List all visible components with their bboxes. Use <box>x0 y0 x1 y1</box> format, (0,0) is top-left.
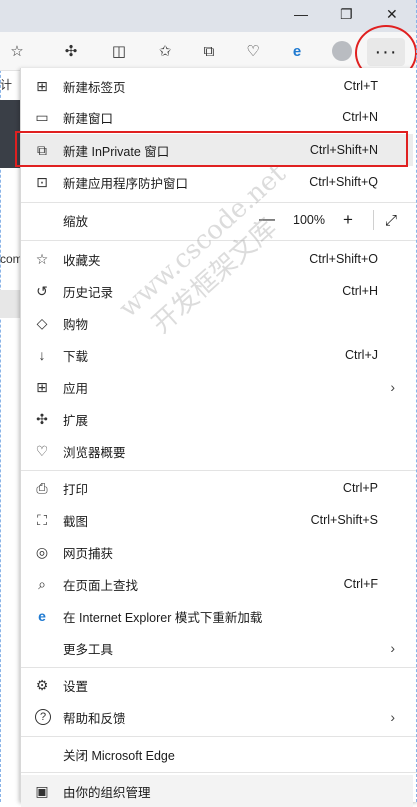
menu-item-browser-essentials[interactable]: ♡ 浏览器概要 <box>21 435 413 467</box>
menu-item-shortcut: Ctrl+J <box>345 348 378 362</box>
history-icon: ↺ <box>36 282 48 299</box>
zoom-in-button[interactable]: + <box>343 210 353 230</box>
menu-item-favorites[interactable]: ☆ 收藏夹 Ctrl+Shift+O <box>21 243 413 275</box>
settings-gear-icon: ⚙ <box>35 676 49 693</box>
menu-item-shortcut: Ctrl+F <box>343 577 378 591</box>
menu-item-label: 设置 <box>63 679 89 694</box>
print-icon: ⎙ <box>36 479 48 496</box>
menu-item-extensions[interactable]: ✣ 扩展 <box>21 403 413 435</box>
menu-item-history[interactable]: ↺ 历史记录 Ctrl+H <box>21 275 413 307</box>
menu-item-shortcut: Ctrl+H <box>342 284 378 298</box>
menu-item-apps[interactable]: ⊞ 应用 › <box>21 371 413 403</box>
shopping-tag-icon: ◇ <box>36 314 48 331</box>
menu-item-more-tools[interactable]: 更多工具 › <box>21 632 413 664</box>
menu-separator <box>21 202 417 203</box>
zoom-out-button[interactable]: — <box>259 211 275 229</box>
menu-item-label: 在 Internet Explorer 模式下重新加载 <box>63 610 263 625</box>
download-icon: ↓ <box>38 347 46 363</box>
menu-item-label: 帮助和反馈 <box>63 711 126 726</box>
menu-item-label: 扩展 <box>63 413 89 428</box>
web-capture-icon: ◎ <box>35 543 49 560</box>
ie-icon: e <box>38 608 46 624</box>
menu-item-shortcut: Ctrl+P <box>342 481 378 495</box>
menu-item-label: 更多工具 <box>63 642 114 657</box>
browser-essentials-toolbar-icon[interactable]: ♡ <box>242 40 264 62</box>
favorites-toolbar-icon[interactable]: ✩ <box>154 40 176 62</box>
profile-avatar[interactable] <box>332 41 352 61</box>
menu-item-new-window[interactable]: ▭ 新建窗口 Ctrl+N <box>21 101 413 133</box>
menu-item-print[interactable]: ⎙ 打印 Ctrl+P <box>21 472 413 504</box>
restore-button[interactable]: ❐ <box>340 6 353 23</box>
menu-item-managed-by-org[interactable]: ▣ 由你的组织管理 <box>21 775 413 807</box>
collections-icon[interactable]: ⧉ <box>198 40 220 62</box>
menu-item-shortcut: Ctrl+T <box>343 79 378 93</box>
menu-separator <box>21 736 417 737</box>
menu-separator <box>21 772 417 773</box>
menu-separator <box>21 470 417 471</box>
new-tab-icon: ⊞ <box>36 77 48 94</box>
zoom-divider <box>373 210 374 230</box>
menu-item-label: 打印 <box>63 482 89 497</box>
menu-item-ie-mode-reload[interactable]: e 在 Internet Explorer 模式下重新加载 <box>21 600 413 632</box>
menu-item-web-capture[interactable]: ◎ 网页捕获 <box>21 536 413 568</box>
menu-item-help-feedback[interactable]: ? 帮助和反馈 › <box>21 701 413 733</box>
favorites-icon: ☆ <box>35 250 49 267</box>
annotation-highlight-box <box>15 131 408 167</box>
settings-more-menu: ⊞ 新建标签页 Ctrl+T ▭ 新建窗口 Ctrl+N ⧉ 新建 InPriv… <box>20 68 417 807</box>
chevron-right-icon: › <box>390 379 395 395</box>
menu-item-label: 浏览器概要 <box>63 445 126 460</box>
zoom-label: 缩放 <box>63 214 89 229</box>
apps-icon: ⊞ <box>36 378 48 395</box>
menu-item-label: 收藏夹 <box>63 253 101 268</box>
extensions-icon: ✣ <box>36 410 48 427</box>
menu-item-label: 历史记录 <box>63 285 114 300</box>
menu-separator <box>21 240 417 241</box>
menu-item-shopping[interactable]: ◇ 购物 <box>21 307 413 339</box>
menu-item-label: 网页捕获 <box>63 546 114 561</box>
close-window-button[interactable]: ✕ <box>386 6 398 23</box>
menu-separator <box>21 667 417 668</box>
background-page-row <box>0 290 20 318</box>
menu-item-label: 应用 <box>63 381 89 396</box>
menu-item-label: 新建标签页 <box>63 80 126 95</box>
menu-item-label: 在页面上查找 <box>63 578 139 593</box>
menu-item-shortcut: Ctrl+Shift+S <box>310 513 378 527</box>
chevron-right-icon: › <box>390 640 395 656</box>
menu-item-shortcut: Ctrl+Shift+Q <box>309 175 378 189</box>
menu-item-shortcut: Ctrl+Shift+O <box>309 252 378 266</box>
favorite-star-icon[interactable]: ☆ <box>6 40 28 62</box>
zoom-level-value: 100% <box>293 213 325 227</box>
menu-item-label: 关闭 Microsoft Edge <box>63 748 175 763</box>
managed-org-icon: ▣ <box>35 782 49 799</box>
screenshot-icon: ⛶ <box>37 511 47 528</box>
app-guard-icon: ⊡ <box>36 173 48 190</box>
menu-item-find-on-page[interactable]: ⌕ 在页面上查找 Ctrl+F <box>21 568 413 600</box>
new-window-icon: ▭ <box>35 108 49 125</box>
fullscreen-icon[interactable]: ⤢ <box>385 212 397 229</box>
menu-item-downloads[interactable]: ↓ 下载 Ctrl+J <box>21 339 413 371</box>
help-icon: ? <box>35 709 51 725</box>
menu-item-label: 购物 <box>63 317 89 332</box>
menu-item-close-edge[interactable]: 关闭 Microsoft Edge <box>21 738 413 770</box>
menu-item-label: 新建应用程序防护窗口 <box>63 176 189 191</box>
menu-item-label: 下载 <box>63 349 89 364</box>
browser-essentials-icon: ♡ <box>35 442 49 459</box>
menu-item-label: 截图 <box>63 514 89 529</box>
chevron-right-icon: › <box>390 709 395 725</box>
menu-item-screenshot[interactable]: ⛶ 截图 Ctrl+Shift+S <box>21 504 413 536</box>
menu-item-label: 由你的组织管理 <box>63 785 151 800</box>
menu-item-settings[interactable]: ⚙ 设置 <box>21 669 413 701</box>
ie-mode-toolbar-icon[interactable]: e <box>286 40 308 62</box>
split-screen-icon[interactable]: ◫ <box>108 40 130 62</box>
background-page-text: 计 <box>0 78 13 92</box>
menu-item-app-guard-window[interactable]: ⊡ 新建应用程序防护窗口 Ctrl+Shift+Q <box>21 166 413 198</box>
menu-item-new-tab[interactable]: ⊞ 新建标签页 Ctrl+T <box>21 70 413 102</box>
title-bar: — ❐ ✕ <box>0 0 417 32</box>
menu-item-zoom: 缩放 — 100% + ⤢ <box>21 204 413 236</box>
menu-item-shortcut: Ctrl+N <box>342 110 378 124</box>
extensions-toolbar-icon[interactable]: ✣ <box>60 40 82 62</box>
minimize-button[interactable]: — <box>294 6 308 22</box>
find-icon: ⌕ <box>38 575 46 592</box>
menu-item-label: 新建窗口 <box>63 111 114 126</box>
